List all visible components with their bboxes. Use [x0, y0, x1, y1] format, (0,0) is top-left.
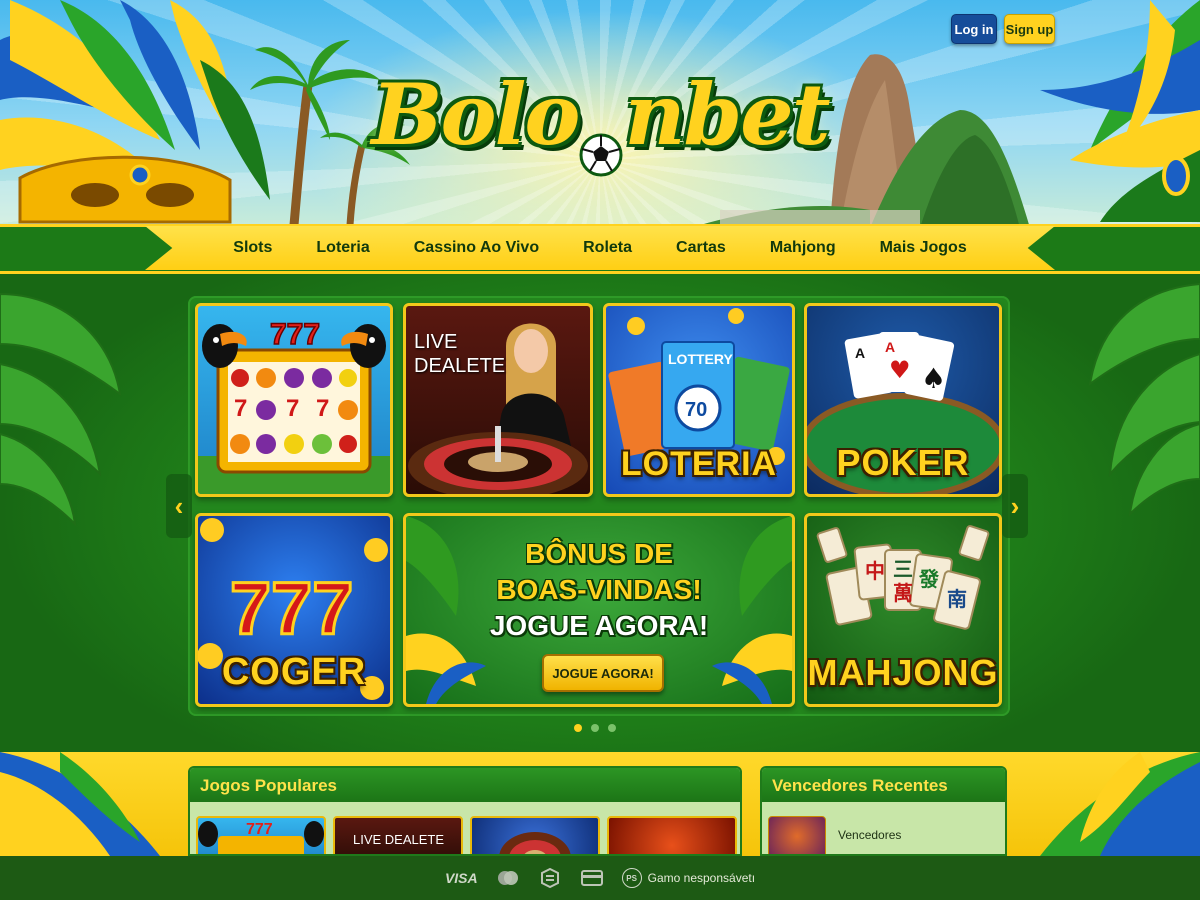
svg-text:♠: ♠ [921, 362, 946, 395]
recent-winners-title: Vencedores Recentes [762, 768, 1005, 802]
popular-game-thumb-roulette[interactable] [470, 816, 600, 854]
svg-text:A: A [885, 339, 895, 355]
svg-text:三: 三 [893, 557, 913, 581]
roulette-thumb-art [499, 832, 571, 854]
carousel-pagination [574, 724, 616, 732]
svg-text:南: 南 [947, 587, 967, 611]
carousel-prev-button[interactable]: ‹ [166, 474, 192, 538]
nav-item-roleta[interactable]: Roleta [561, 239, 654, 257]
feathers-bottom-left [0, 752, 160, 856]
nav-item-slots[interactable]: Slots [211, 239, 294, 257]
game-tile-slots[interactable]: 777 777 [195, 303, 393, 497]
svg-text:7: 7 [286, 395, 299, 422]
responsible-gaming-badge: PS [621, 868, 642, 888]
carousel-next-button[interactable]: › [1002, 474, 1028, 538]
lottery-label: LOTERIA [620, 445, 778, 483]
tropical-leaves-left [0, 292, 122, 527]
visa-logo: VISA [444, 870, 478, 886]
winners-entry-label: Vencedores [838, 828, 902, 842]
soccer-ball-icon [579, 98, 623, 177]
bolonbet-logo[interactable]: Bolo nbet [371, 44, 831, 184]
slot-machine-art: 777 777 [198, 317, 390, 494]
game-tile-mahjong[interactable]: 中 三 萬 發 南 MAHJONG [804, 513, 1002, 707]
popular-games-panel: Jogos Populares 777 LIVE DEALETE [188, 766, 742, 856]
lottery-ticket-number: 70 [685, 399, 707, 421]
recent-winners-panel: Vencedores Recentes Vencedores [760, 766, 1007, 856]
popular-game-thumb-slots[interactable]: 777 [196, 816, 326, 854]
game-tile-poker[interactable]: A A ♥ ♠ POKER [804, 303, 1002, 497]
crypto-icon [538, 868, 562, 888]
slot-thumb-text: 777 [246, 821, 273, 838]
card-icon [580, 868, 604, 888]
logo-text-right: nbet [624, 64, 830, 164]
svg-text:中: 中 [865, 559, 885, 583]
nav-item-mais-jogos[interactable]: Mais Jogos [858, 239, 989, 257]
coger-label: COGER [221, 651, 367, 693]
svg-text:♥: ♥ [889, 356, 911, 384]
responsible-gaming[interactable]: PS Gamo nesponsávetı [621, 868, 756, 888]
popular-game-thumb-slot-2[interactable] [607, 816, 737, 854]
promo-line-3: JOGUE AGORA! [489, 610, 709, 641]
login-button[interactable]: Log in [951, 14, 997, 44]
chevron-right-icon: › [1010, 490, 1020, 521]
carousel-dot-1[interactable] [574, 724, 582, 732]
live-dealer-title: LIVE DEALETE [414, 331, 506, 377]
responsible-gaming-text: Gamo nesponsávetı [647, 871, 756, 885]
live-thumb-text: LIVE DEALETE [353, 832, 445, 847]
promo-headline: BÔNUS DE BOAS-VINDAS! JOGUE AGORA! [406, 536, 792, 644]
promo-line-2: BOAS-VINDAS! [496, 574, 702, 605]
mahjong-label: MAHJONG [807, 652, 999, 693]
header-banner: Bolo nbet Log in Sign up [0, 0, 1200, 228]
svg-text:7: 7 [234, 395, 247, 422]
svg-text:發: 發 [918, 567, 939, 591]
carnival-feathers-left [0, 0, 270, 224]
coger-777-sublabel: 777 [230, 567, 353, 650]
play-now-button[interactable]: JOGUE AGORA! [542, 654, 664, 692]
mastercard-icon [496, 868, 520, 888]
chevron-left-icon: ‹ [174, 490, 184, 521]
svg-text:7: 7 [316, 395, 329, 422]
game-tile-live-dealer[interactable]: LIVE DEALETE [403, 303, 593, 497]
poker-label: POKER [836, 442, 970, 483]
game-tile-lottery[interactable]: LOTTERY 70 LOTERIA [603, 303, 795, 497]
game-tile-coger[interactable]: 777 COGER [195, 513, 393, 707]
nav-item-loteria[interactable]: Loteria [294, 239, 391, 257]
carousel-dot-3[interactable] [608, 724, 616, 732]
carousel-dot-2[interactable] [591, 724, 599, 732]
tropical-leaves-right [1088, 282, 1200, 517]
feathers-bottom-right [1040, 752, 1200, 856]
nav-item-cassino-ao-vivo[interactable]: Cassino Ao Vivo [392, 239, 561, 257]
winner-game-thumb[interactable] [768, 816, 826, 854]
svg-text:777: 777 [270, 318, 320, 351]
popular-game-thumb-live[interactable]: LIVE DEALETE [333, 816, 463, 854]
nav-item-cartas[interactable]: Cartas [654, 239, 748, 257]
promo-banner[interactable]: BÔNUS DE BOAS-VINDAS! JOGUE AGORA! JOGUE… [403, 513, 795, 707]
slot-thumb-art: 777 [198, 821, 324, 854]
lottery-ticket-label: LOTTERY [668, 351, 733, 367]
nav-item-mahjong[interactable]: Mahjong [748, 239, 858, 257]
svg-text:萬: 萬 [893, 581, 913, 605]
svg-text:A: A [855, 345, 865, 361]
signup-button[interactable]: Sign up [1004, 14, 1055, 44]
main-nav: Slots Loteria Cassino Ao Vivo Roleta Car… [145, 226, 1055, 270]
footer-bar: VISA PS Gamo nesponsávetı [0, 856, 1200, 900]
logo-text-left: Bolo [371, 64, 580, 164]
popular-games-title: Jogos Populares [190, 768, 740, 802]
promo-line-1: BÔNUS DE [525, 538, 673, 569]
